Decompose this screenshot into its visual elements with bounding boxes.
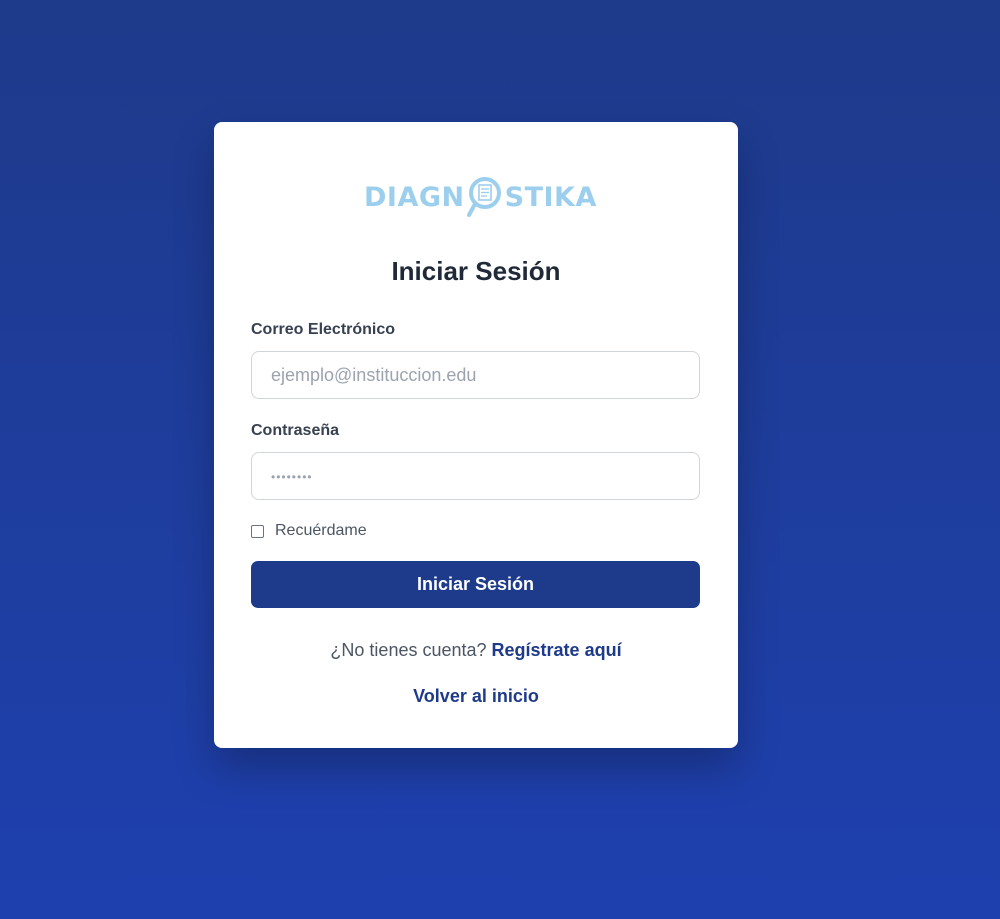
magnifier-document-icon [466, 175, 504, 219]
register-text: ¿No tienes cuenta? [330, 640, 492, 660]
logo-text-start: DIAGN [364, 181, 465, 213]
remember-checkbox[interactable] [251, 524, 264, 538]
email-input[interactable] [251, 351, 700, 399]
remember-me[interactable]: Recuérdame [251, 522, 367, 540]
password-label: Contraseña [251, 422, 340, 439]
back-home: Volver al inicio [214, 686, 738, 707]
email-label: Correo Electrónico [251, 321, 396, 338]
remember-label: Recuérdame [275, 522, 367, 539]
logo-text-end: STIKA [504, 181, 597, 213]
password-mask: •••••••• [271, 470, 313, 484]
login-card: DIAGN STIKA Iniciar Sesión Correo Electr… [214, 122, 738, 748]
diagnostika-logo: DIAGN STIKA [364, 174, 596, 220]
password-input[interactable]: •••••••• [251, 452, 700, 500]
page-title: Iniciar Sesión [391, 256, 561, 286]
register-prompt: ¿No tienes cuenta? Regístrate aquí [214, 640, 738, 661]
register-link[interactable]: Regístrate aquí [492, 640, 622, 660]
back-home-link[interactable]: Volver al inicio [413, 686, 539, 706]
login-button[interactable]: Iniciar Sesión [251, 561, 700, 608]
